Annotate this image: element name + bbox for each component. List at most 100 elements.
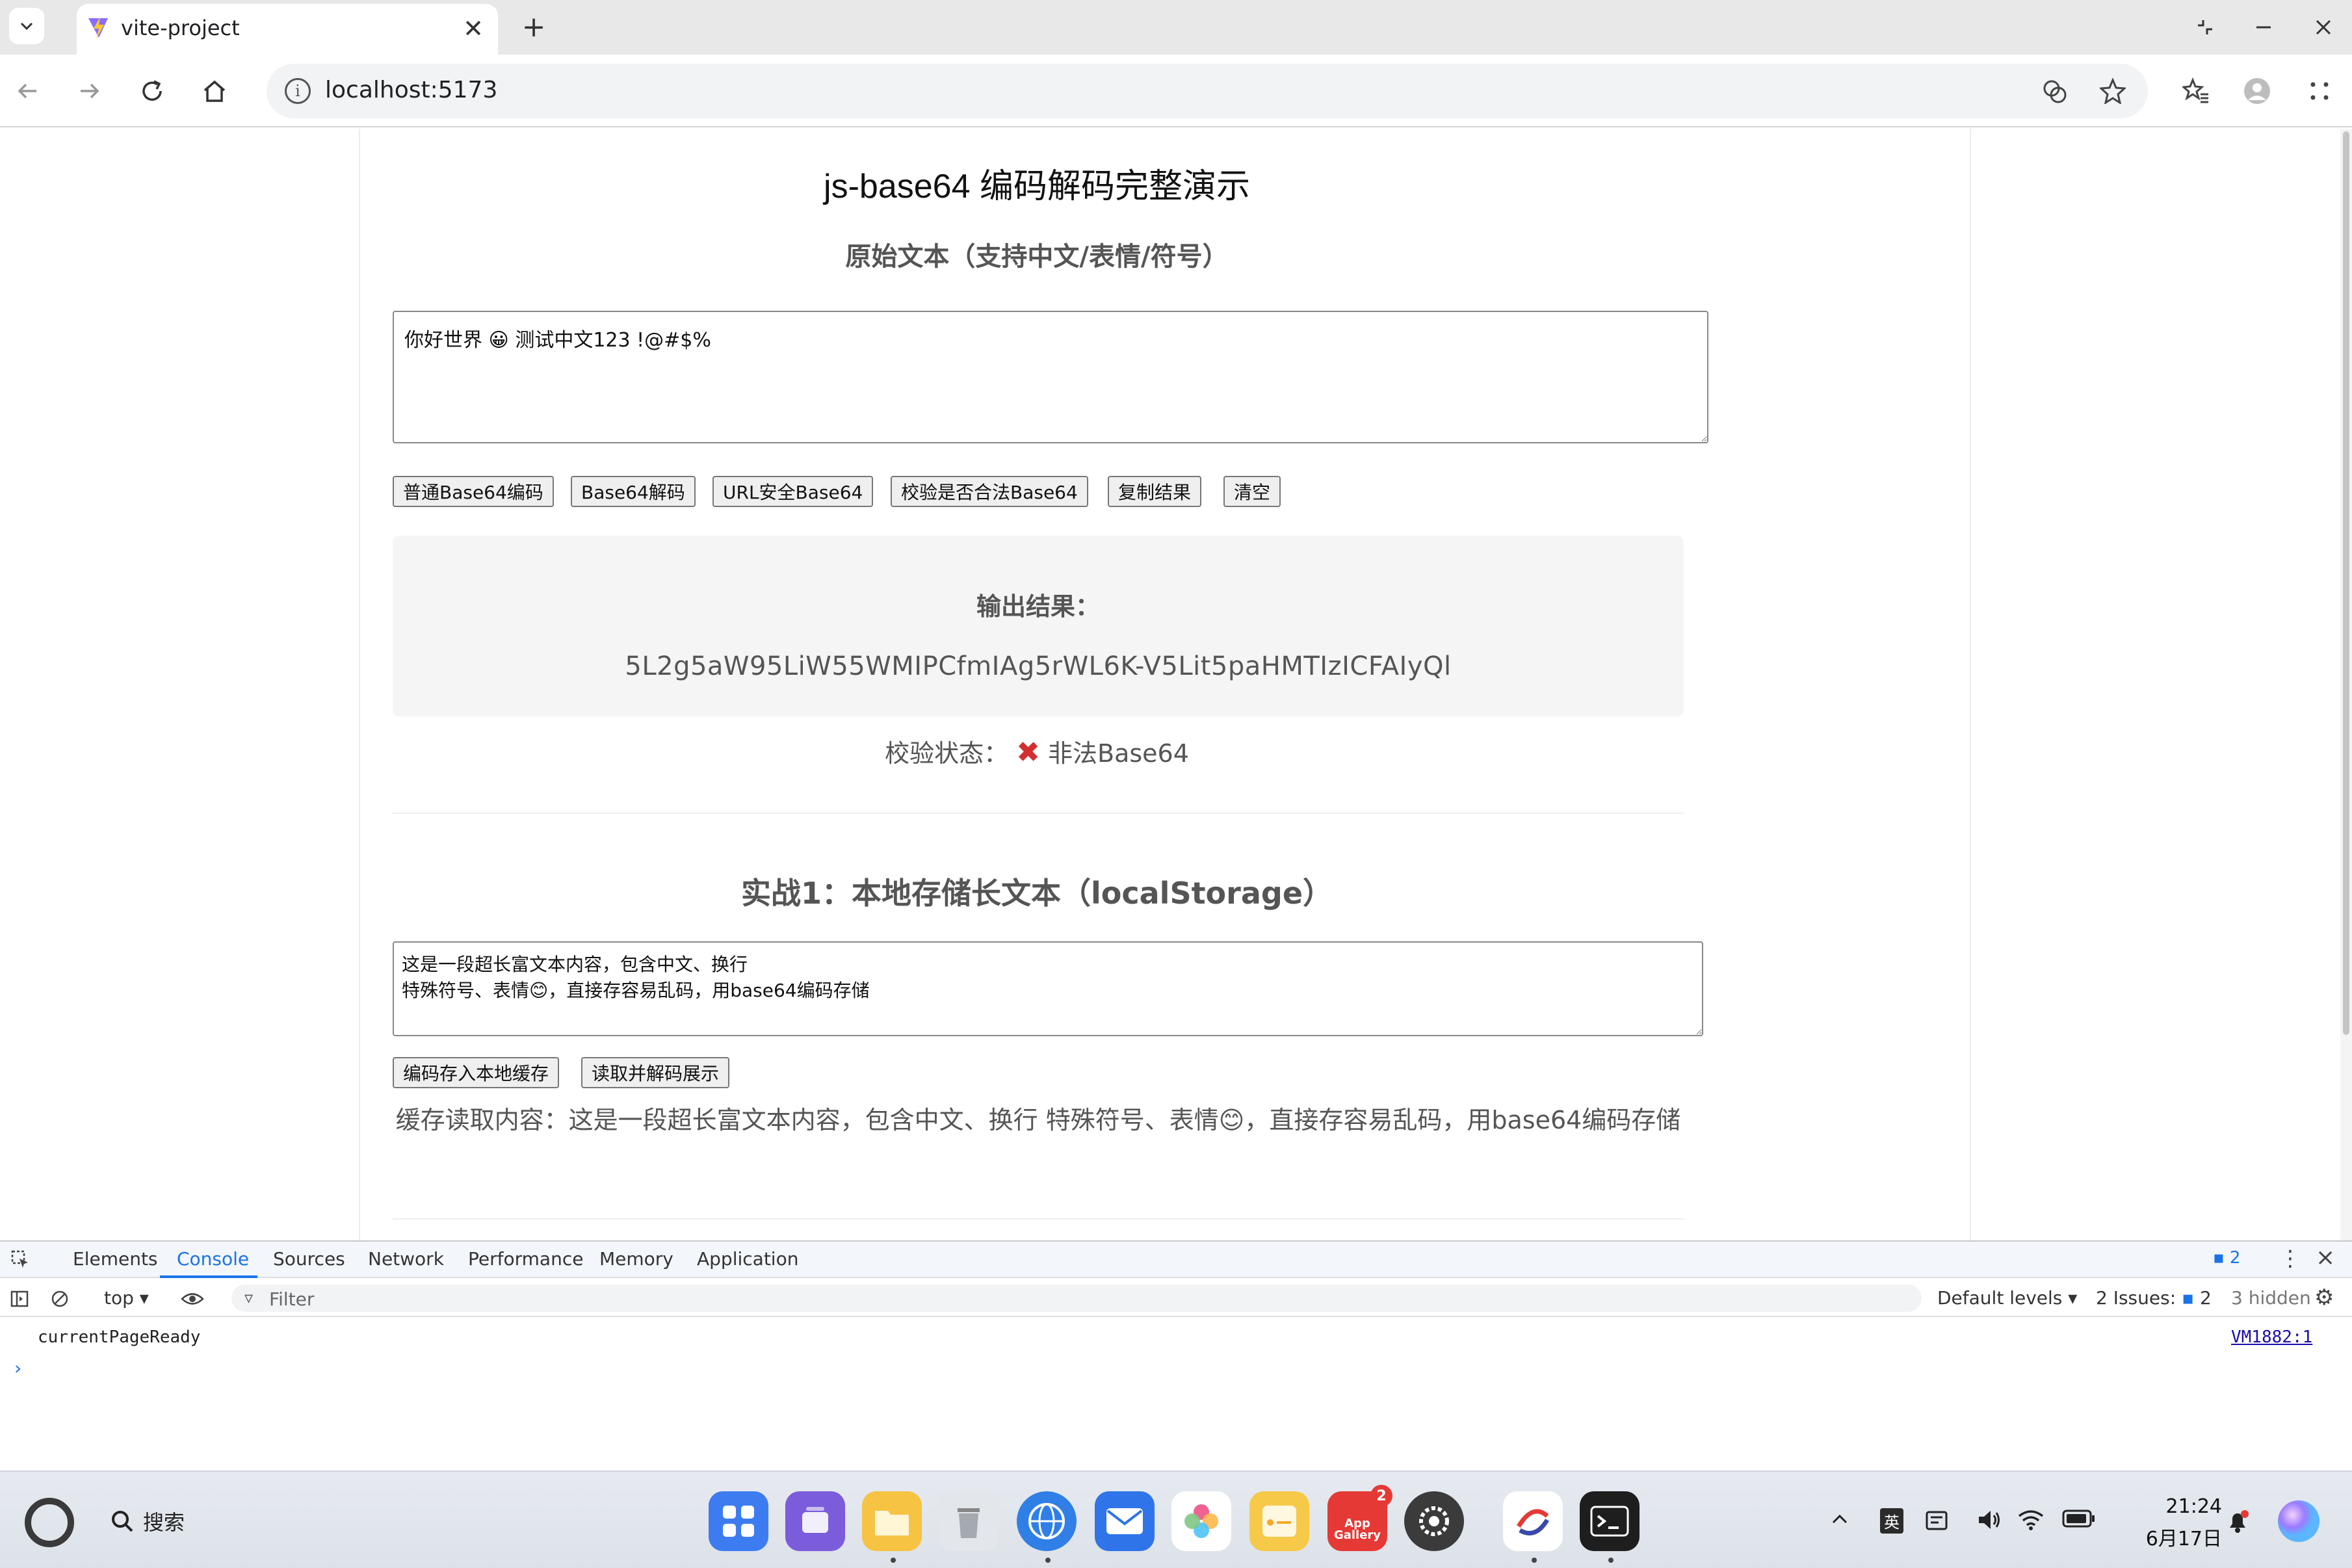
search-label: 搜索 [143, 1510, 185, 1535]
devtools-tab-network[interactable]: Network [368, 1248, 444, 1270]
devstudio-app-icon[interactable] [1503, 1491, 1563, 1551]
devtools-tab-performance[interactable]: Performance [468, 1248, 583, 1270]
original-text-label: 原始文本（支持中文/表情/符号） [845, 242, 1229, 272]
clear-console-icon[interactable] [48, 1287, 72, 1311]
issues-counter[interactable]: 2 Issues: ▪ 2 [2096, 1287, 2212, 1309]
read-decode-button[interactable]: 读取并解码展示 [581, 1057, 730, 1088]
log-levels-dropdown[interactable]: Default levels ▾ [1937, 1287, 2077, 1309]
close-window-icon[interactable] [2304, 9, 2343, 46]
section1-title: 实战1：本地存储长文本（localStorage） [740, 876, 1333, 911]
page-scrollbar[interactable] [2340, 129, 2352, 1240]
app-gallery-label: App Gallery [1333, 1517, 1381, 1542]
vite-logo-icon [86, 16, 111, 40]
devtools-tab-elements[interactable]: Elements [73, 1248, 158, 1270]
filter-placeholder: Filter [269, 1288, 315, 1310]
scrollbar-thumb[interactable] [2343, 131, 2349, 1035]
back-arrow-icon[interactable] [7, 70, 48, 112]
profile-avatar-icon[interactable] [2239, 73, 2275, 109]
validation-status-value: 非法Base64 [1048, 739, 1189, 768]
console-log-message: currentPageReady [38, 1327, 201, 1347]
tab-close-icon[interactable]: ✕ [459, 14, 488, 43]
file-manager-folder-icon[interactable] [862, 1491, 922, 1551]
issues-badge[interactable]: ▪ 2 [2213, 1248, 2240, 1268]
taskbar-search[interactable]: 搜索 [109, 1502, 185, 1541]
site-info-icon[interactable]: i [285, 78, 311, 104]
start-button[interactable] [25, 1498, 74, 1547]
decode-base64-button[interactable]: Base64解码 [571, 476, 696, 507]
battery-icon[interactable] [2062, 1508, 2096, 1534]
devtools-tab-console[interactable]: Console [177, 1248, 249, 1270]
os-taskbar: 搜索 App Gallery 2 英 21:24 6月17日 [0, 1470, 2352, 1568]
console-settings-gear-icon[interactable]: ⚙ [2314, 1285, 2334, 1311]
copy-result-button[interactable]: 复制结果 [1108, 476, 1202, 507]
url-safe-base64-button[interactable]: URL安全Base64 [712, 476, 874, 507]
url-text[interactable]: localhost:5173 [325, 77, 497, 103]
reload-icon[interactable] [131, 70, 173, 112]
page-title: js-base64 编码解码完整演示 [824, 168, 1250, 205]
photos-flower-icon[interactable] [1171, 1491, 1231, 1551]
issues-badge-count: 2 [2229, 1248, 2241, 1268]
translate-icon[interactable] [2037, 74, 2071, 108]
long-text-input[interactable]: 这是一段超长富文本内容，包含中文、换行 特殊符号、表情😊，直接存容易乱码，用ba… [393, 941, 1703, 1036]
console-prompt-icon[interactable]: › [14, 1357, 21, 1379]
clear-button[interactable]: 清空 [1223, 476, 1281, 507]
devtools-tab-bar: Elements Console Sources Network Perform… [0, 1242, 2352, 1278]
encode-base64-button[interactable]: 普通Base64编码 [393, 476, 554, 507]
tray-expand-chevron-icon[interactable] [1829, 1508, 1850, 1534]
devtools-tab-application[interactable]: Application [697, 1248, 798, 1270]
validate-base64-button[interactable]: 校验是否合法Base64 [891, 476, 1088, 507]
section-divider [393, 813, 1684, 814]
restore-window-icon[interactable] [2186, 9, 2225, 46]
browser-tab-active[interactable]: vite-project ✕ [77, 4, 498, 55]
devtools-tab-memory[interactable]: Memory [599, 1248, 673, 1270]
devtools-close-icon[interactable]: × [2316, 1244, 2335, 1271]
assistant-orb-icon[interactable] [2275, 1498, 2322, 1550]
context-selector[interactable]: top ▾ [104, 1287, 149, 1309]
browser-toolbar: i localhost:5173 [0, 55, 2352, 127]
tab-list-chevron-icon[interactable] [9, 8, 44, 44]
volume-icon[interactable] [1976, 1508, 2002, 1537]
notes-icon[interactable] [1249, 1491, 1309, 1551]
inspect-element-icon[interactable] [9, 1248, 31, 1270]
message-icon: ▪ [2213, 1248, 2225, 1268]
browser-globe-icon[interactable] [1017, 1491, 1077, 1551]
wifi-icon[interactable] [2017, 1508, 2045, 1537]
filter-funnel-icon: ▿ [244, 1288, 254, 1308]
clock-time[interactable]: 21:24 [2157, 1495, 2222, 1518]
recycle-bin-icon[interactable] [939, 1491, 999, 1551]
mail-envelope-icon[interactable] [1095, 1491, 1155, 1551]
original-text-input[interactable]: 你好世界 😀 测试中文123 !@#$% [393, 311, 1708, 443]
terminal-icon[interactable] [1580, 1491, 1640, 1551]
section-divider [393, 1218, 1684, 1220]
issues-label: 2 Issues: [2096, 1287, 2176, 1309]
settings-gear-icon[interactable] [1404, 1491, 1464, 1551]
forward-arrow-icon[interactable] [69, 70, 111, 112]
devtools-more-icon[interactable]: ⋮ [2279, 1246, 2301, 1272]
favorites-icon[interactable] [2178, 73, 2214, 109]
devtools-panel: Elements Console Sources Network Perform… [0, 1240, 2352, 1470]
notification-bell-icon[interactable] [2225, 1508, 2251, 1539]
sidebar-toggle-icon[interactable] [8, 1287, 31, 1311]
console-log-source-link[interactable]: VM1882:1 [2231, 1327, 2312, 1347]
new-tab-button[interactable]: + [517, 10, 550, 44]
active-tab-indicator [160, 1275, 257, 1278]
minimize-window-icon[interactable] [2244, 9, 2283, 46]
clipboard-icon[interactable] [1924, 1508, 1950, 1537]
result-label: 输出结果： [976, 592, 1100, 621]
console-filter-input[interactable]: ▿ Filter [231, 1285, 1922, 1312]
address-bar[interactable]: i localhost:5173 [267, 64, 2148, 118]
launcher-grid-icon[interactable] [709, 1491, 768, 1551]
menu-more-icon[interactable] [2301, 73, 2338, 109]
devtools-tab-sources[interactable]: Sources [273, 1248, 345, 1270]
validation-status-label: 校验状态： [885, 739, 1009, 768]
live-expression-eye-icon[interactable] [181, 1287, 204, 1311]
multitask-icon[interactable] [785, 1491, 845, 1551]
app-gallery-icon[interactable]: App Gallery 2 [1327, 1485, 1392, 1551]
clock-date[interactable]: 6月17日 [2132, 1522, 2222, 1551]
home-icon[interactable] [194, 70, 235, 112]
ime-indicator[interactable]: 英 [1880, 1508, 1903, 1534]
running-indicator [1532, 1558, 1537, 1563]
bookmark-star-icon[interactable] [2096, 74, 2130, 108]
running-indicator [1608, 1558, 1614, 1563]
store-encoded-button[interactable]: 编码存入本地缓存 [393, 1057, 560, 1088]
